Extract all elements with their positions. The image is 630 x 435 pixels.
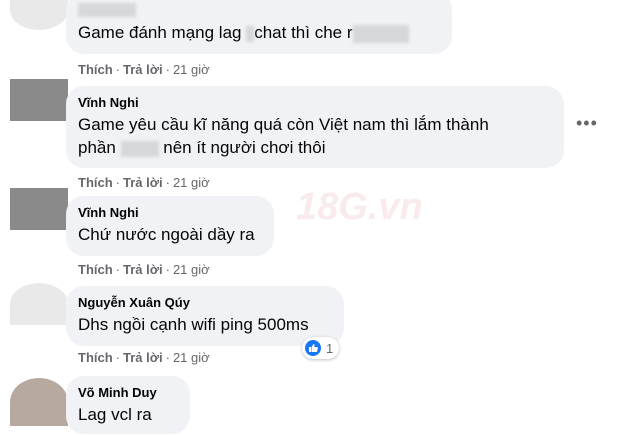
comment-author[interactable]: Nguyễn Xuân Qúy	[78, 294, 332, 311]
reply-link[interactable]: Trả lời	[123, 350, 163, 365]
like-link[interactable]: Thích	[78, 175, 113, 190]
avatar[interactable]	[10, 79, 68, 121]
comment-author[interactable]: Vĩnh Nghi	[78, 94, 552, 111]
comment-actions: Thích · Trả lời · 21 giờ	[78, 350, 210, 365]
comment-actions: Thích · Trả lời · 21 giờ	[78, 262, 210, 277]
redacted-text	[352, 24, 409, 43]
comment-author[interactable]	[78, 0, 440, 17]
redacted-text	[120, 140, 159, 157]
reply-link[interactable]: Trả lời	[123, 175, 163, 190]
timestamp[interactable]: 21 giờ	[173, 175, 210, 190]
avatar[interactable]	[10, 0, 68, 30]
comment-actions: Thích · Trả lời · 21 giờ	[78, 62, 210, 77]
comment-text: Dhs ngồi cạnh wifi ping 500ms	[78, 315, 309, 334]
comment-bubble: Vĩnh Nghi Chứ nước ngoài dầy ra	[66, 196, 274, 256]
comment-bubble: Game đánh mạng lag chat thì che r	[66, 0, 452, 54]
comment-text: Game yêu cầu kĩ năng quá còn Việt nam th…	[78, 115, 489, 157]
comment-bubble: Nguyễn Xuân Qúy Dhs ngồi cạnh wifi ping …	[66, 286, 344, 346]
like-link[interactable]: Thích	[78, 350, 113, 365]
timestamp[interactable]: 21 giờ	[173, 62, 210, 77]
redacted-text	[246, 25, 255, 42]
avatar[interactable]	[10, 378, 68, 426]
like-link[interactable]: Thích	[78, 62, 113, 77]
comment-actions: Thích · Trả lời · 21 giờ	[78, 175, 210, 190]
like-icon	[305, 340, 321, 356]
reply-link[interactable]: Trả lời	[123, 62, 163, 77]
timestamp[interactable]: 21 giờ	[173, 350, 210, 365]
like-link[interactable]: Thích	[78, 262, 113, 277]
comment-text: Game đánh mạng lag chat thì che r	[78, 21, 440, 44]
redacted-name	[78, 2, 136, 17]
reaction-badge[interactable]: 1	[302, 337, 340, 359]
comment-bubble: Võ Minh Duy Lag vcl ra	[66, 376, 190, 434]
more-options-icon[interactable]: •••	[576, 114, 598, 132]
reply-link[interactable]: Trả lời	[123, 262, 163, 277]
comment-bubble: Vĩnh Nghi Game yêu cầu kĩ năng quá còn V…	[66, 86, 564, 168]
watermark-logo: 18G.vn	[296, 186, 423, 228]
avatar[interactable]	[10, 283, 68, 325]
comment-text: Chứ nước ngoài dầy ra	[78, 225, 255, 244]
comment-text: Lag vcl ra	[78, 405, 152, 424]
reaction-count: 1	[326, 340, 334, 356]
avatar[interactable]	[10, 188, 68, 230]
comment-author[interactable]: Vĩnh Nghi	[78, 204, 262, 221]
timestamp[interactable]: 21 giờ	[173, 262, 210, 277]
comment-author[interactable]: Võ Minh Duy	[78, 384, 178, 401]
